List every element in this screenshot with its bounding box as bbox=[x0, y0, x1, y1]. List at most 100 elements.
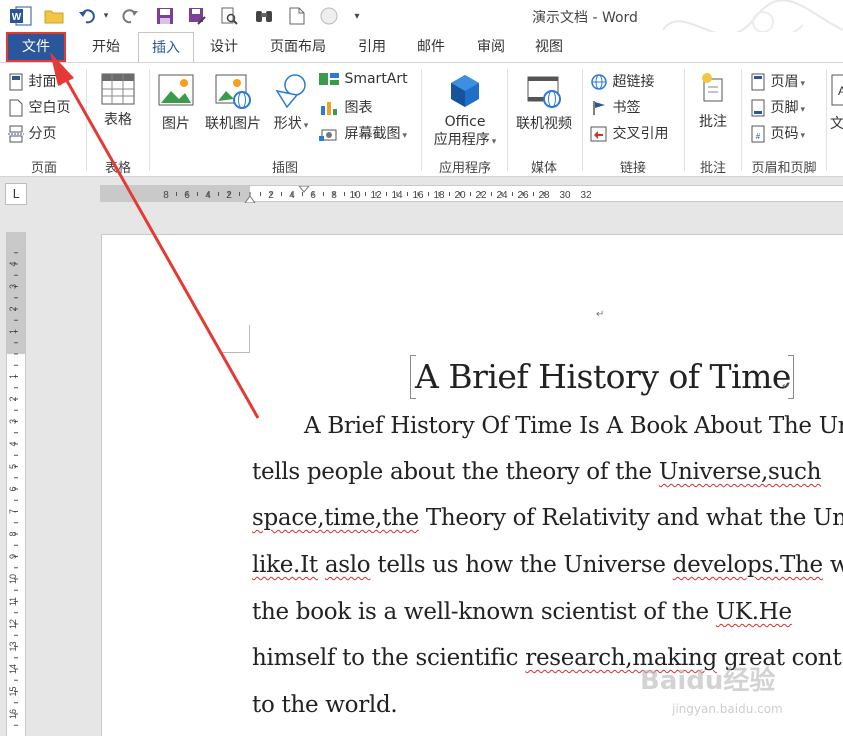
open-folder-icon[interactable] bbox=[42, 5, 66, 27]
vertical-ruler[interactable]: 4 3 2 1 1 2 3 4 5 6 7 8 9 10 11 12 13 14 15 16 bbox=[6, 232, 26, 736]
smartart-button[interactable]: SmartArt bbox=[318, 71, 408, 87]
online-picture-button[interactable]: 联机图片 bbox=[202, 73, 264, 133]
vertical-ruler-ticks: 432112345678910111213141516 bbox=[8, 252, 18, 726]
word-window: W ▾ ▾ 演示文档 - Word 文件 开始 插入 设计 页面布局 引用 邮件… bbox=[0, 0, 843, 736]
document-text-run: Theory of Relativity and what the Un bbox=[418, 505, 843, 531]
ruler-label: 16 bbox=[8, 709, 18, 719]
svg-text:A: A bbox=[838, 84, 843, 98]
ruler-label: 4 bbox=[289, 190, 295, 201]
group-label-tables: 表格 bbox=[104, 161, 131, 176]
ruler-label: 2 bbox=[8, 396, 18, 401]
chevron-down-icon: ▾ bbox=[58, 79, 63, 89]
bookmark-button[interactable]: 书签 bbox=[590, 97, 640, 117]
document-line[interactable]: space,time,the Theory of Relativity and … bbox=[252, 505, 843, 531]
ruler-label: 12 bbox=[8, 619, 18, 629]
screenshot-button[interactable]: 屏幕截图 ▾ bbox=[318, 123, 407, 143]
tab-references[interactable]: 引用 bbox=[348, 32, 396, 62]
comment-icon bbox=[702, 73, 723, 102]
tab-file[interactable]: 文件 bbox=[6, 32, 66, 62]
table-label: 表格 bbox=[104, 112, 132, 128]
shapes-label: 形状 bbox=[273, 116, 302, 132]
tab-view[interactable]: 视图 bbox=[524, 32, 574, 62]
hyperlink-icon bbox=[591, 74, 607, 90]
ruler-label: 1 bbox=[8, 329, 18, 334]
ribbon-divider bbox=[741, 69, 742, 171]
ruler-label: 5 bbox=[8, 464, 18, 469]
first-line-indent-marker bbox=[298, 186, 310, 193]
horizontal-ruler[interactable]: 8 6 4 2 2 4 6 8 10 12 14 16 18 20 22 24 26 28 30 32 bbox=[100, 185, 843, 203]
ruler-label: 20 bbox=[454, 190, 466, 201]
blank-page-button[interactable]: 空白页 bbox=[8, 97, 70, 117]
office-apps-button[interactable]: Office 应用程序 ▾ bbox=[427, 73, 503, 151]
page-break-button[interactable]: 分页 bbox=[8, 123, 56, 143]
table-button[interactable]: 表格 bbox=[96, 73, 140, 129]
tab-review[interactable]: 审阅 bbox=[466, 32, 516, 62]
redo-icon[interactable] bbox=[120, 5, 142, 27]
document-text-run: himself to the scientific bbox=[252, 645, 526, 671]
chart-button[interactable]: 图表 bbox=[318, 97, 372, 117]
online-video-button[interactable]: 联机视频 bbox=[512, 73, 576, 133]
document-line[interactable]: like.It aslo tells us how the Universe d… bbox=[252, 552, 843, 578]
text-box-label: 文 bbox=[830, 116, 843, 132]
ruler-label: 7 bbox=[8, 509, 18, 514]
text-box-button[interactable]: A 文 bbox=[830, 73, 843, 133]
tab-insert[interactable]: 插入 bbox=[138, 32, 194, 62]
undo-icon[interactable] bbox=[76, 5, 100, 27]
ribbon-tabs: 文件 开始 插入 设计 页面布局 引用 邮件 审阅 视图 bbox=[0, 32, 843, 62]
ruler-label: 4 bbox=[205, 190, 211, 201]
undo-dropdown-icon[interactable]: ▾ bbox=[100, 5, 112, 27]
ruler-label: 2 bbox=[8, 306, 18, 311]
circle-icon[interactable] bbox=[318, 5, 340, 27]
ruler-label: 26 bbox=[517, 190, 529, 201]
cover-page-icon bbox=[9, 73, 23, 91]
page-number-button[interactable]: # 页码 ▾ bbox=[750, 123, 805, 143]
footer-button[interactable]: 页脚 ▾ bbox=[750, 97, 805, 117]
header-button[interactable]: 页眉 ▾ bbox=[750, 71, 805, 91]
ruler-label: 2 bbox=[268, 190, 274, 201]
text-box-icon: A bbox=[831, 74, 843, 106]
ribbon-divider bbox=[826, 69, 827, 171]
tab-design[interactable]: 设计 bbox=[198, 32, 250, 62]
document-line[interactable]: the book is a well-known scientist of th… bbox=[252, 599, 792, 625]
spelling-error-word: develops.The bbox=[672, 552, 823, 578]
picture-button[interactable]: 图片 bbox=[156, 73, 196, 133]
tab-selector-button[interactable]: L bbox=[5, 183, 27, 205]
document-line[interactable]: to the world. bbox=[252, 692, 398, 718]
new-document-icon[interactable] bbox=[286, 5, 308, 27]
document-line[interactable]: tells people about the theory of the Uni… bbox=[252, 459, 821, 485]
customize-qat-icon[interactable]: ▾ bbox=[350, 5, 364, 27]
hyperlink-button[interactable]: 超链接 bbox=[590, 71, 654, 91]
screenshot-label: 屏幕截图 bbox=[344, 126, 401, 142]
tab-home[interactable]: 开始 bbox=[80, 32, 132, 62]
ruler-label: 11 bbox=[8, 597, 18, 606]
header-icon bbox=[751, 73, 765, 91]
ribbon-divider bbox=[684, 69, 685, 171]
tab-mailings[interactable]: 邮件 bbox=[406, 32, 456, 62]
ruler-label: 14 bbox=[8, 664, 18, 674]
save-icon[interactable] bbox=[154, 5, 176, 27]
tab-page-layout[interactable]: 页面布局 bbox=[260, 32, 336, 62]
chart-label: 图表 bbox=[344, 100, 373, 116]
document-text-run: to the world. bbox=[252, 692, 398, 718]
ruler-label: 14 bbox=[391, 190, 403, 201]
left-indent-marker bbox=[244, 195, 256, 203]
ruler-label: 3 bbox=[8, 419, 18, 424]
title-bracket-right bbox=[788, 355, 794, 399]
document-line[interactable]: A Brief History Of Time Is A Book About … bbox=[304, 413, 843, 439]
save-as-icon[interactable] bbox=[186, 5, 208, 27]
find-binoculars-icon[interactable] bbox=[252, 5, 276, 27]
comment-button[interactable]: 批注 bbox=[692, 71, 734, 131]
document-title[interactable]: A Brief History of Time bbox=[415, 357, 791, 396]
svg-text:#: # bbox=[756, 132, 761, 141]
ribbon-divider bbox=[507, 69, 508, 171]
print-preview-icon[interactable] bbox=[218, 5, 240, 27]
cover-page-button[interactable]: 封面 ▾ bbox=[8, 71, 63, 91]
ruler-label: 30 bbox=[559, 190, 571, 201]
cross-reference-button[interactable]: 交叉引用 bbox=[590, 123, 668, 143]
ruler-label: 32 bbox=[580, 190, 592, 201]
shapes-button[interactable]: 形状 ▾ bbox=[268, 73, 314, 133]
picture-icon bbox=[158, 74, 194, 106]
group-label-apps: 应用程序 bbox=[438, 161, 491, 176]
ruler-label: 6 bbox=[310, 190, 316, 201]
paragraph-mark-icon: ↵ bbox=[596, 309, 605, 320]
